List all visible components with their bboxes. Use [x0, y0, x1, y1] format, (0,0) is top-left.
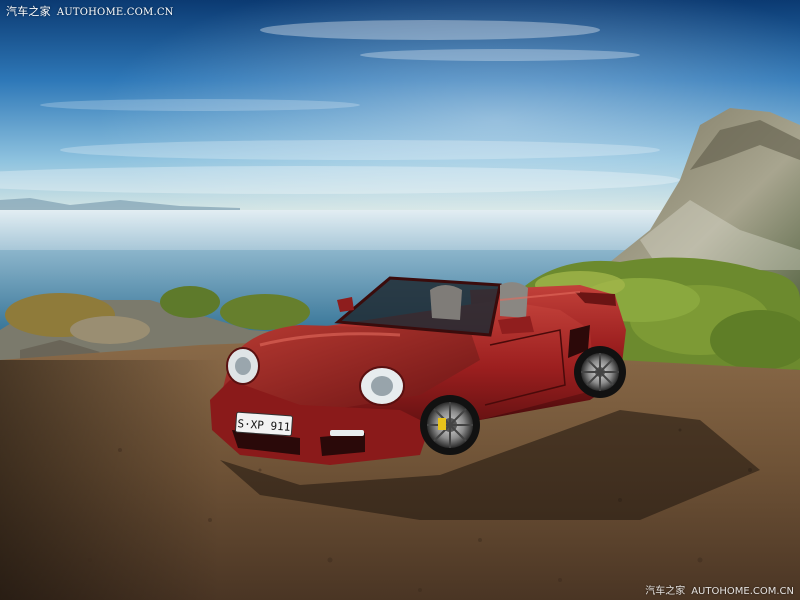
watermark-bottom: 汽车之家 AUTOHOME.COM.CN	[645, 582, 794, 597]
watermark-url: AUTOHOME.COM.CN	[56, 7, 174, 18]
scene-svg: S·XP 911	[0, 0, 800, 600]
watermark-bottom-url: AUTOHOME.COM.CN	[691, 586, 794, 597]
photo-scene: S·XP 911 汽车之家 AUTOHOME.COM.CN 汽车之家 AUTOHOM…	[0, 0, 800, 600]
watermark-brand-cn: 汽车之家	[6, 5, 51, 18]
watermark-bottom-brand-cn: 汽车之家	[645, 586, 686, 597]
watermark-top: 汽车之家 AUTOHOME.COM.CN	[6, 3, 174, 19]
